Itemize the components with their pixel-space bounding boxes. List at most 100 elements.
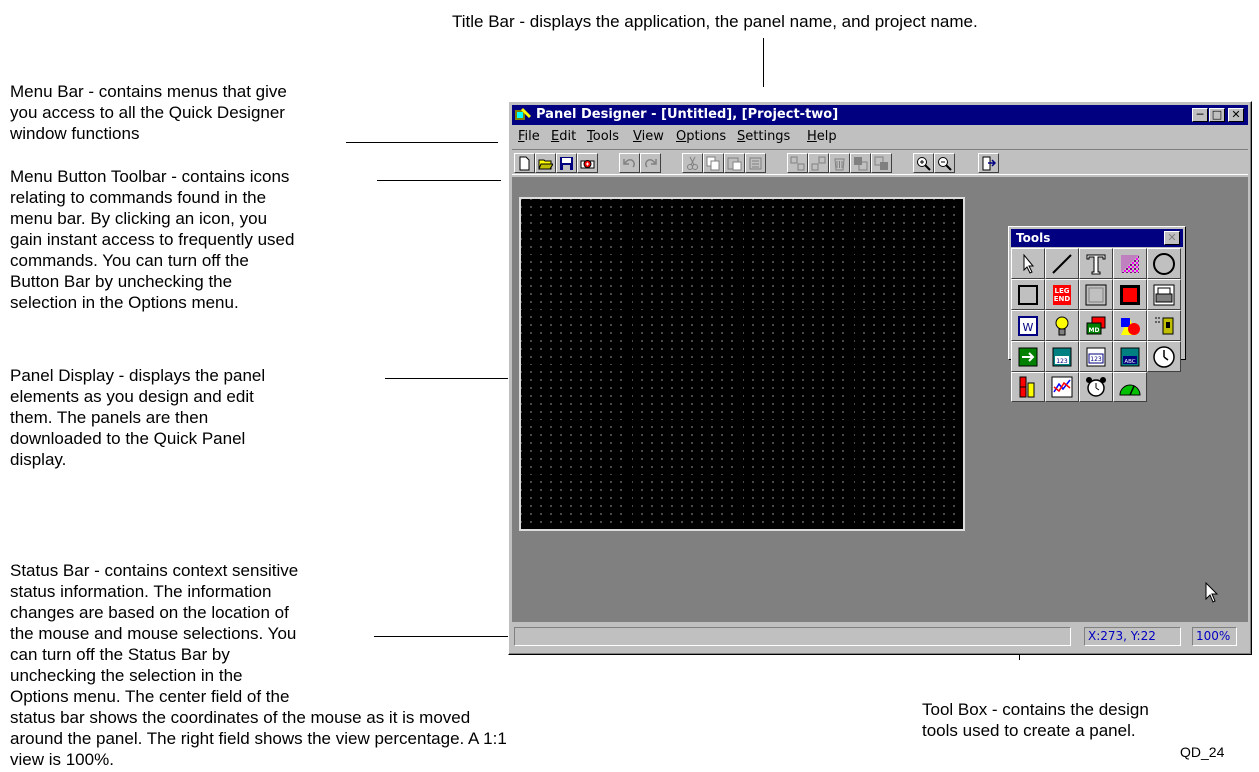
panel-cell[interactable] (743, 309, 852, 360)
menu-settings[interactable]: Settings (737, 129, 790, 144)
panel-cell[interactable] (854, 419, 963, 470)
meter-icon[interactable] (1113, 372, 1147, 402)
maximize-button[interactable]: □ (1209, 108, 1225, 122)
redo-icon[interactable] (640, 153, 661, 173)
window-icon[interactable]: W (1011, 310, 1045, 341)
panel-cell[interactable] (743, 419, 852, 470)
status-message-field (514, 627, 1071, 646)
status-bar-annotation: Status Bar - contains context sensitive … (10, 560, 507, 770)
printer-icon[interactable] (1147, 279, 1181, 310)
menu-view[interactable]: View (633, 129, 664, 144)
panel-cell[interactable] (521, 474, 630, 525)
multi-display-icon[interactable]: MD (1079, 310, 1113, 341)
annotation-line: commands. You can turn off the (10, 251, 249, 270)
panel-display[interactable] (519, 197, 965, 531)
annotation-line: relating to commands found in the (10, 188, 267, 207)
panel-cell[interactable] (632, 254, 741, 305)
save-icon[interactable] (556, 153, 577, 173)
new-file-icon[interactable] (514, 153, 535, 173)
exit-icon[interactable] (978, 153, 999, 173)
panel-cell[interactable] (632, 419, 741, 470)
rectangle-icon[interactable] (1011, 279, 1045, 310)
pattern-icon[interactable] (1113, 248, 1147, 279)
button-icon[interactable] (1113, 279, 1147, 310)
bar-graph-icon[interactable] (1011, 372, 1045, 402)
ascii-entry-icon[interactable]: ABC (1113, 341, 1147, 372)
annotation-line: Tool Box - contains the design (922, 700, 1149, 719)
panel-cell[interactable] (854, 254, 963, 305)
undo-icon[interactable] (619, 153, 640, 173)
circle-icon[interactable] (1147, 248, 1181, 279)
panel-cell[interactable] (743, 474, 852, 525)
switch-icon[interactable] (1147, 310, 1181, 341)
annotation-line: them. The panels are then (10, 408, 209, 427)
close-button[interactable]: ✕ (1228, 108, 1244, 122)
panel-cell[interactable] (632, 309, 741, 360)
annotation-line: view is 100%. (10, 750, 114, 769)
cut-icon[interactable] (682, 153, 703, 173)
panel-cell[interactable] (521, 419, 630, 470)
minimize-button[interactable]: ─ (1192, 108, 1208, 122)
zoom-in-icon[interactable] (913, 153, 934, 173)
numeric-display-icon[interactable]: 123 (1045, 341, 1079, 372)
paste-special-icon[interactable] (745, 153, 766, 173)
trend-icon[interactable] (1045, 372, 1079, 402)
send-back-icon[interactable] (871, 153, 892, 173)
shapes-icon[interactable] (1113, 310, 1147, 341)
panel-cell[interactable] (743, 199, 852, 250)
tool-box-annotation: Tool Box - contains the design tools use… (922, 699, 1149, 741)
text-icon[interactable] (1079, 248, 1113, 279)
panel-workspace[interactable]: Tools ✕ LEG END W MD 123 123 ABC (512, 177, 1248, 622)
clock-icon[interactable] (1147, 341, 1181, 372)
pointer-icon[interactable] (1011, 248, 1045, 279)
frame-icon[interactable] (1079, 279, 1113, 310)
status-coordinates: X:273, Y:22 (1084, 627, 1181, 646)
panel-cell[interactable] (854, 474, 963, 525)
annotation-line: Button Bar by unchecking the (10, 272, 233, 291)
panel-cell[interactable] (632, 364, 741, 415)
panel-cell[interactable] (521, 199, 630, 250)
numeric-entry-icon[interactable]: 123 (1079, 341, 1113, 372)
panel-cell[interactable] (521, 309, 630, 360)
goto-icon[interactable] (1011, 341, 1045, 372)
open-folder-icon[interactable] (535, 153, 556, 173)
zoom-out-icon[interactable] (934, 153, 955, 173)
panel-cell[interactable] (632, 199, 741, 250)
panel-cell[interactable] (854, 309, 963, 360)
panel-cell[interactable] (632, 474, 741, 525)
copy-icon[interactable] (703, 153, 724, 173)
menu-help[interactable]: Help (807, 129, 837, 144)
title-bar-leader (763, 38, 764, 87)
annotation-line: display. (10, 450, 67, 469)
panel-cell[interactable] (854, 364, 963, 415)
panel-cell[interactable] (854, 199, 963, 250)
panel-display-leader (385, 378, 522, 379)
alarm-icon[interactable] (1079, 372, 1113, 402)
paste-icon[interactable] (724, 153, 745, 173)
panel-cell[interactable] (521, 364, 630, 415)
annotation-line: you access to all the Quick Designer (10, 103, 285, 122)
lightbulb-icon[interactable] (1045, 310, 1079, 341)
tools-close-button[interactable]: ✕ (1164, 231, 1180, 245)
align-right-icon[interactable] (808, 153, 829, 173)
menu-bar-annotation: Menu Bar - contains menus that give you … (10, 81, 287, 144)
annotation-line: tools used to create a panel. (922, 721, 1136, 740)
line-icon[interactable] (1045, 248, 1079, 279)
legend-icon[interactable]: LEG END (1045, 279, 1079, 310)
panel-display-annotation: Panel Display - displays the panel eleme… (10, 365, 265, 470)
menu-edit[interactable]: Edit (551, 129, 576, 144)
align-left-icon[interactable] (787, 153, 808, 173)
panel-cell[interactable] (743, 364, 852, 415)
annotation-line: selection in the Options menu. (10, 293, 239, 312)
menu-file[interactable]: File (518, 129, 540, 144)
menu-options[interactable]: Options (676, 129, 726, 144)
annotation-line: can turn off the Status Bar by (10, 645, 230, 664)
bring-front-icon[interactable] (850, 153, 871, 173)
panel-cell[interactable] (521, 254, 630, 305)
annotation-line: Status Bar - contains context sensitive (10, 561, 299, 580)
menu-tools[interactable]: Tools (587, 129, 619, 144)
tools-title-bar[interactable]: Tools ✕ (1011, 229, 1183, 247)
print-preview-icon[interactable] (577, 153, 598, 173)
delete-icon[interactable] (829, 153, 850, 173)
panel-cell[interactable] (743, 254, 852, 305)
